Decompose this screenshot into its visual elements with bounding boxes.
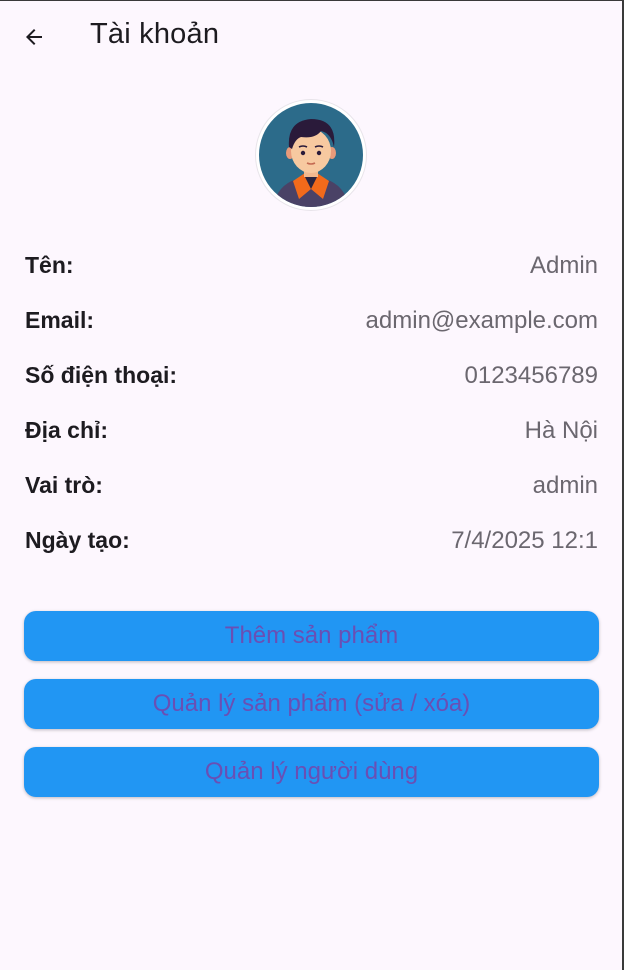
info-row-phone: Số điện thoại: 0123456789 (25, 354, 598, 409)
info-label: Email: (25, 307, 95, 333)
info-row-email: Email: admin@example.com (25, 299, 598, 354)
info-value: admin (532, 472, 598, 499)
account-screen: Tài khoản Tên: Admin Email: admin@exampl… (0, 0, 624, 970)
user-avatar-icon (259, 103, 363, 207)
info-label: Vai trò: (25, 472, 103, 498)
info-value: 7/4/2025 12:1 (451, 527, 598, 554)
info-value: 0123456789 (464, 362, 598, 389)
profile-info-list: Tên: Admin Email: admin@example.com Số đ… (25, 244, 598, 574)
info-value: Admin (529, 252, 598, 279)
info-label: Địa chỉ: (25, 417, 109, 443)
page-title: Tài khoản (90, 18, 220, 50)
avatar (256, 100, 366, 210)
info-row-created-at: Ngày tạo: 7/4/2025 12:1 (25, 519, 598, 574)
manage-products-button[interactable]: Quản lý sản phẩm (sửa / xóa) (24, 679, 599, 729)
arrow-left-icon (26, 29, 42, 45)
info-label: Số điện thoại: (25, 362, 178, 388)
info-row-name: Tên: Admin (25, 244, 598, 299)
app-bar: Tài khoản (0, 1, 622, 73)
info-row-role: Vai trò: admin (25, 464, 598, 519)
info-value: admin@example.com (365, 307, 598, 334)
info-label: Tên: (25, 252, 74, 278)
add-product-button[interactable]: Thêm sản phẩm (24, 611, 599, 661)
info-row-address: Địa chỉ: Hà Nội (25, 409, 598, 464)
admin-actions: Thêm sản phẩm Quản lý sản phẩm (sửa / xó… (24, 611, 599, 815)
back-button[interactable] (14, 17, 54, 57)
manage-users-button[interactable]: Quản lý người dùng (24, 747, 599, 797)
info-label: Ngày tạo: (25, 527, 130, 553)
info-value: Hà Nội (524, 417, 598, 444)
